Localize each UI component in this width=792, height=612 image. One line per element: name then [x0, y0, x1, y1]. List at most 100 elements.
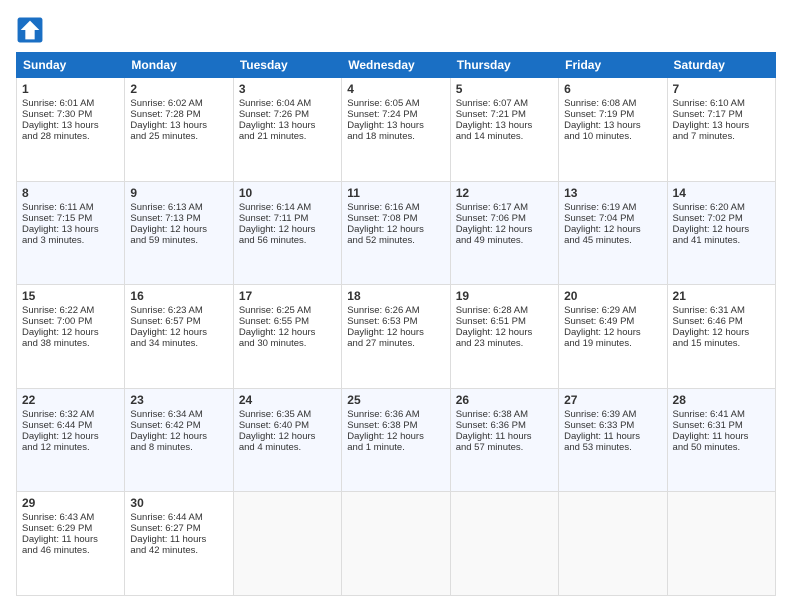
calendar-cell: 4Sunrise: 6:05 AMSunset: 7:24 PMDaylight… — [342, 78, 450, 182]
day-info-line: Sunrise: 6:43 AM — [22, 512, 119, 523]
day-info-line: and 28 minutes. — [22, 131, 119, 142]
day-info-line: Daylight: 12 hours — [130, 431, 227, 442]
calendar-cell: 3 Sunrise: 6:04 AMSunset: 7:26 PMDaylight… — [233, 78, 341, 182]
day-info-line: Sunrise: 6:20 AM — [673, 202, 770, 213]
day-info-line: Sunrise: 6:41 AM — [673, 409, 770, 420]
calendar-cell: 1Sunrise: 6:01 AMSunset: 7:30 PMDaylight… — [17, 78, 125, 182]
day-number: 20 — [564, 289, 661, 303]
calendar-cell: 30Sunrise: 6:44 AMSunset: 6:27 PMDayligh… — [125, 492, 233, 596]
weekday-header-friday: Friday — [559, 53, 667, 78]
day-info-line: Daylight: 13 hours — [347, 120, 444, 131]
calendar-cell: 11Sunrise: 6:16 AMSunset: 7:08 PMDayligh… — [342, 181, 450, 285]
day-info-line: Daylight: 13 hours — [456, 120, 553, 131]
day-number: 7 — [673, 82, 770, 96]
day-info-line: and 56 minutes. — [239, 235, 336, 246]
weekday-header-row: SundayMondayTuesdayWednesdayThursdayFrid… — [17, 53, 776, 78]
day-info-line: and 12 minutes. — [22, 442, 119, 453]
day-number: 5 — [456, 82, 553, 96]
day-info-line: Daylight: 12 hours — [456, 327, 553, 338]
day-info-line: Sunset: 6:36 PM — [456, 420, 553, 431]
day-info-line: Sunset: 7:26 PM — [239, 109, 336, 120]
day-info-line: Sunset: 7:13 PM — [130, 213, 227, 224]
day-info-line: Sunset: 6:33 PM — [564, 420, 661, 431]
weekday-header-thursday: Thursday — [450, 53, 558, 78]
day-info-line: and 21 minutes. — [239, 131, 336, 142]
day-info-line: and 59 minutes. — [130, 235, 227, 246]
calendar-week-row: 15Sunrise: 6:22 AMSunset: 7:00 PMDayligh… — [17, 285, 776, 389]
weekday-header-sunday: Sunday — [17, 53, 125, 78]
day-info-line: Daylight: 13 hours — [239, 120, 336, 131]
day-info-line: and 14 minutes. — [456, 131, 553, 142]
day-info-line: Sunset: 6:44 PM — [22, 420, 119, 431]
day-number: 19 — [456, 289, 553, 303]
day-info-line: Sunrise: 6:01 AM — [22, 98, 119, 109]
day-info-line: Sunrise: 6:35 AM — [239, 409, 336, 420]
day-info-line: Sunset: 7:04 PM — [564, 213, 661, 224]
day-info-line: Sunrise: 6:26 AM — [347, 305, 444, 316]
day-info-line: Sunset: 7:30 PM — [22, 109, 119, 120]
day-info-line: Sunset: 7:02 PM — [673, 213, 770, 224]
day-number: 17 — [239, 289, 336, 303]
day-number: 3 — [239, 82, 336, 96]
day-info-line: and 25 minutes. — [130, 131, 227, 142]
day-info-line: Sunset: 7:00 PM — [22, 316, 119, 327]
calendar-cell: 5Sunrise: 6:07 AMSunset: 7:21 PMDaylight… — [450, 78, 558, 182]
day-info-line: Daylight: 13 hours — [564, 120, 661, 131]
day-number: 24 — [239, 393, 336, 407]
day-info-line: Daylight: 12 hours — [22, 327, 119, 338]
day-info-line: Daylight: 12 hours — [564, 327, 661, 338]
day-info-line: Sunrise: 6:38 AM — [456, 409, 553, 420]
day-info-line: and 19 minutes. — [564, 338, 661, 349]
day-info-line: and 8 minutes. — [130, 442, 227, 453]
day-number: 10 — [239, 186, 336, 200]
day-info-line: Daylight: 12 hours — [130, 327, 227, 338]
day-info-line: Daylight: 13 hours — [22, 224, 119, 235]
day-info-line: Sunset: 6:57 PM — [130, 316, 227, 327]
day-info-line: and 1 minute. — [347, 442, 444, 453]
day-info-line: and 49 minutes. — [456, 235, 553, 246]
day-info-line: Sunrise: 6:04 AM — [239, 98, 336, 109]
calendar-cell: 23Sunrise: 6:34 AMSunset: 6:42 PMDayligh… — [125, 388, 233, 492]
day-info-line: Sunrise: 6:08 AM — [564, 98, 661, 109]
calendar-week-row: 1 Sunrise: 6:01 AMSunset: 7:30 PM Daylight… — [17, 78, 776, 182]
day-info-line: and 46 minutes. — [22, 545, 119, 556]
day-info-line: Sunset: 6:29 PM — [22, 523, 119, 534]
day-info-line: Sunrise: 6:07 AM — [456, 98, 553, 109]
day-info-line: Sunrise: 6:31 AM — [673, 305, 770, 316]
day-info-line: Sunrise: 6:32 AM — [22, 409, 119, 420]
day-number: 21 — [673, 289, 770, 303]
day-info-line: Daylight: 12 hours — [347, 431, 444, 442]
calendar-cell — [559, 492, 667, 596]
day-info-line: Sunrise: 6:36 AM — [347, 409, 444, 420]
day-info-line: Sunset: 6:31 PM — [673, 420, 770, 431]
day-info-line: Sunset: 7:28 PM — [130, 109, 227, 120]
day-info-line: Daylight: 12 hours — [347, 327, 444, 338]
calendar-cell: 14Sunrise: 6:20 AMSunset: 7:02 PMDayligh… — [667, 181, 775, 285]
day-number: 11 — [347, 186, 444, 200]
day-number: 1 — [22, 82, 119, 96]
day-info-line: and 52 minutes. — [347, 235, 444, 246]
day-info-line: and 4 minutes. — [239, 442, 336, 453]
day-info-line: Sunrise: 6:10 AM — [673, 98, 770, 109]
day-number: 22 — [22, 393, 119, 407]
day-info-line: Sunrise: 6:05 AM — [347, 98, 444, 109]
header — [16, 16, 776, 44]
day-info-line: Daylight: 12 hours — [130, 224, 227, 235]
day-info-line: and 7 minutes. — [673, 131, 770, 142]
day-info-line: Sunset: 7:19 PM — [564, 109, 661, 120]
calendar-cell: 10Sunrise: 6:14 AMSunset: 7:11 PMDayligh… — [233, 181, 341, 285]
calendar-cell: 28Sunrise: 6:41 AMSunset: 6:31 PMDayligh… — [667, 388, 775, 492]
weekday-header-monday: Monday — [125, 53, 233, 78]
calendar-cell: 27Sunrise: 6:39 AMSunset: 6:33 PMDayligh… — [559, 388, 667, 492]
calendar-week-row: 8Sunrise: 6:11 AMSunset: 7:15 PMDaylight… — [17, 181, 776, 285]
day-info-line: and 53 minutes. — [564, 442, 661, 453]
calendar-cell: 7Sunrise: 6:10 AMSunset: 7:17 PMDaylight… — [667, 78, 775, 182]
day-info-line: Sunset: 7:08 PM — [347, 213, 444, 224]
day-info-line: Sunrise: 6:17 AM — [456, 202, 553, 213]
day-info-line: Daylight: 12 hours — [239, 327, 336, 338]
day-number: 23 — [130, 393, 227, 407]
logo-icon — [16, 16, 44, 44]
day-info-line: Daylight: 13 hours — [673, 120, 770, 131]
calendar-cell: 24Sunrise: 6:35 AMSunset: 6:40 PMDayligh… — [233, 388, 341, 492]
day-info-line: and 10 minutes. — [564, 131, 661, 142]
